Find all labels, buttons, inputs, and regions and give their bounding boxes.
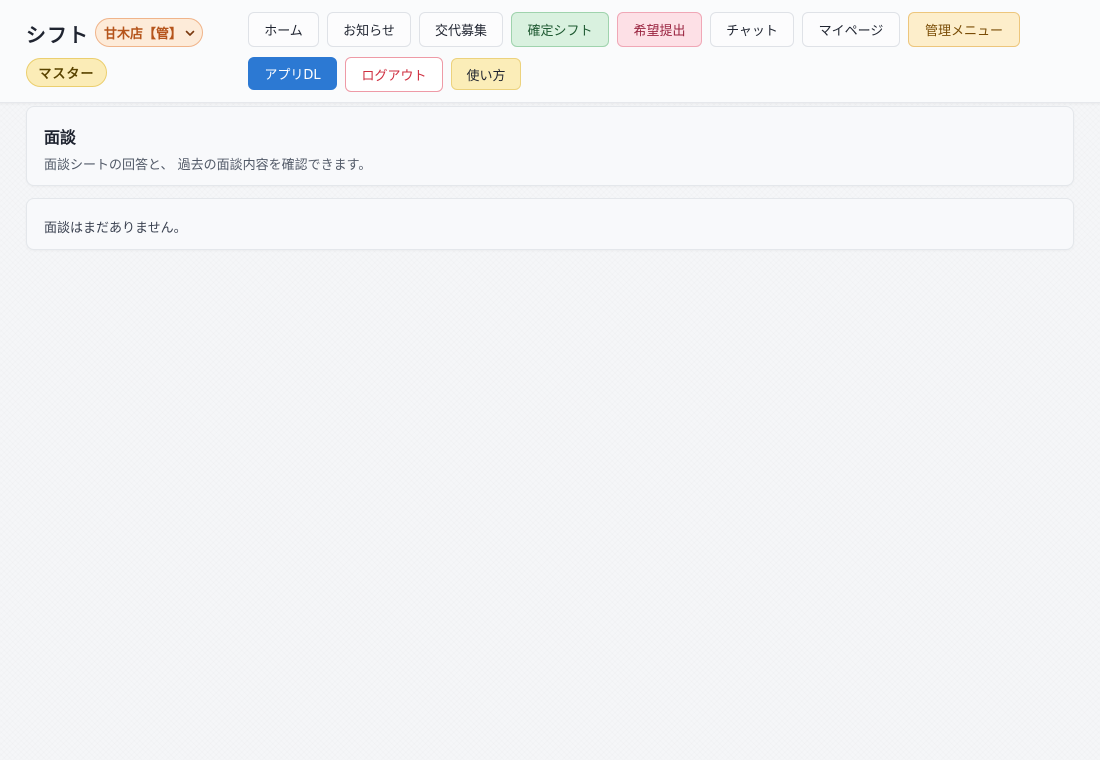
interview-info-card: 面談 面談シートの回答と、 過去の面談内容を確認できます。	[26, 106, 1074, 186]
nav-swap-button[interactable]: 交代募集	[419, 12, 503, 47]
nav-mypage-button[interactable]: マイページ	[802, 12, 900, 47]
logout-button[interactable]: ログアウト	[345, 57, 443, 92]
role-badge: マスター	[26, 58, 107, 87]
store-select[interactable]: 甘木店【管】	[95, 18, 203, 47]
nav-app-download-button[interactable]: アプリDL	[248, 57, 337, 90]
store-select-value: 甘木店【管】	[104, 27, 183, 42]
page-description: 面談シートの回答と、 過去の面談内容を確認できます。	[44, 158, 372, 173]
nav-confirmed-shift-button[interactable]: 確定シフト	[511, 12, 609, 47]
nav-home-button[interactable]: ホーム	[248, 12, 319, 47]
howto-button[interactable]: 使い方	[451, 58, 521, 90]
empty-state-message: 面談はまだありません。	[44, 221, 187, 236]
nav-request-button[interactable]: 希望提出	[617, 12, 702, 47]
chevron-down-icon	[185, 30, 195, 36]
nav-notices-button[interactable]: お知らせ	[327, 12, 411, 47]
interview-list-card: 面談はまだありません。	[26, 198, 1074, 250]
app-title: シフト	[26, 23, 89, 47]
top-header: シフト 甘木店【管】 マスター ホーム お知らせ 交代募集 確定シフト 希望提出…	[0, 0, 1100, 103]
page-title: 面談	[44, 128, 77, 147]
nav-admin-menu-button[interactable]: 管理メニュー	[908, 12, 1020, 47]
nav-chat-button[interactable]: チャット	[710, 12, 794, 47]
